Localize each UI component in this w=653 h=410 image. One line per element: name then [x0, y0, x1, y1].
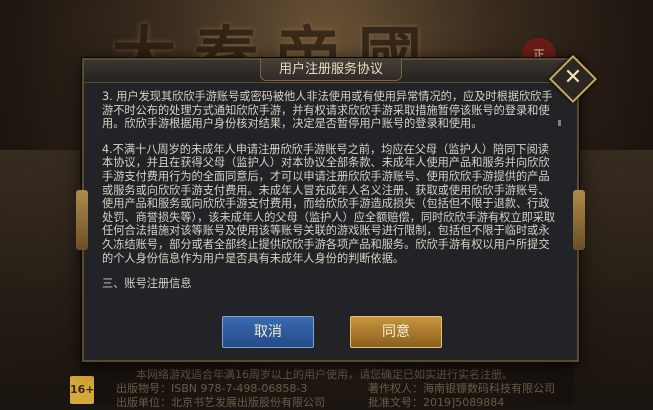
- dialog-title: 用户注册服务协议: [278, 62, 383, 77]
- approval-number: 批准文号：2019]5089884: [368, 396, 505, 409]
- left-ornament: [76, 190, 88, 250]
- agreement-paragraph: 3. 用户发现其欣欣手游账号或密码被他人非法使用或有使用异常情况的，应及时根据欣…: [102, 90, 553, 131]
- right-ornament: [573, 190, 585, 250]
- agreement-text-scroll-area[interactable]: 3. 用户发现其欣欣手游账号或密码被他人非法使用或有使用异常情况的，应及时根据欣…: [102, 90, 557, 326]
- age-rating-badge: 16+: [70, 376, 95, 404]
- cancel-button[interactable]: 取消: [222, 316, 314, 348]
- agreement-paragraph: 4.不满十八周岁的未成年人申请注册欣欣手游账号之前，均应在父母（监护人）陪同下阅…: [102, 142, 556, 265]
- agree-button[interactable]: 同意: [350, 316, 442, 348]
- agreement-dialog: 用户注册服务协议 3. 用户发现其欣欣手游账号或密码被他人非法使用或有使用异常情…: [76, 58, 585, 362]
- publisher: 出版单位：北京书艺发展出版股份有限公司: [116, 396, 325, 409]
- section-heading: 三、账号注册信息: [102, 277, 192, 291]
- dialog-title-plate: 用户注册服务协议: [260, 58, 402, 81]
- scrollbar-thumb[interactable]: [558, 120, 561, 126]
- background-art-left: [0, 150, 80, 404]
- game-title-art: 大秦帝國: [112, 20, 440, 66]
- background-art-right: [573, 150, 653, 404]
- dialog-header: 用户注册服务协议: [84, 58, 577, 83]
